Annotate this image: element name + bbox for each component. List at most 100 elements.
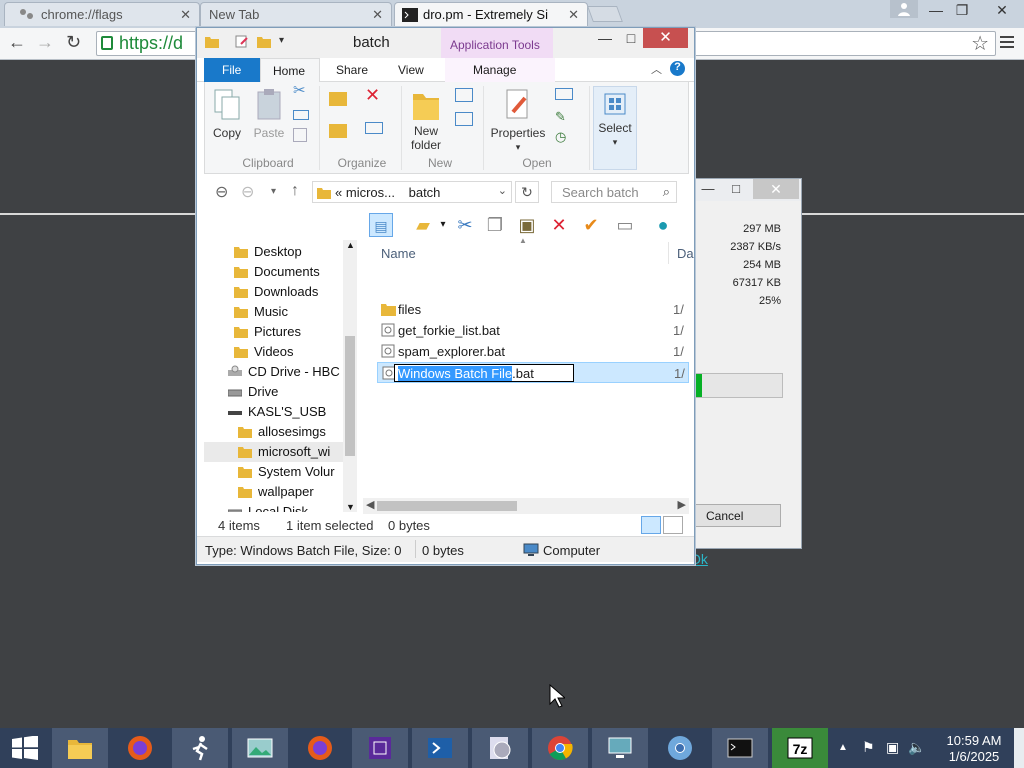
taskbar-chip-app[interactable]	[352, 728, 408, 768]
copy-button[interactable]: Copy	[209, 88, 245, 140]
up-arrow-icon[interactable]: ↑	[291, 182, 299, 200]
globe-icon[interactable]: ●	[651, 213, 675, 237]
taskbar-disc-app[interactable]	[472, 728, 528, 768]
taskbar-powershell[interactable]	[412, 728, 468, 768]
taskbar-firefox-2[interactable]	[292, 728, 348, 768]
nav-item[interactable]: Desktop	[204, 242, 346, 262]
edit-icon[interactable]: ✎	[555, 110, 566, 124]
breadcrumb[interactable]: « micros... batch ⌄	[312, 181, 512, 203]
file-row-renaming[interactable]: Windows Batch File.bat 1/	[377, 362, 689, 383]
restore-button[interactable]: ❐	[948, 0, 976, 20]
close-button[interactable]: ✕	[643, 28, 688, 48]
paste-icon[interactable]: ▣	[515, 213, 539, 237]
rename-input[interactable]: Windows Batch File.bat	[394, 364, 574, 382]
copy-to-icon[interactable]	[329, 124, 347, 138]
back-arrow-icon[interactable]: ←	[8, 32, 26, 53]
tab-new-tab[interactable]: New Tab ✕	[200, 2, 392, 26]
scroll-left-icon[interactable]: ◀	[366, 498, 374, 511]
taskbar-file-explorer[interactable]	[52, 728, 108, 768]
nav-item[interactable]: Pictures	[204, 322, 346, 342]
dialog-minimize-button[interactable]: —	[695, 181, 721, 199]
tab-close-icon[interactable]: ✕	[180, 7, 191, 23]
taskbar-command-prompt[interactable]	[712, 728, 768, 768]
easy-access-icon[interactable]	[455, 112, 473, 126]
file-row[interactable]: spam_explorer.bat 1/	[377, 341, 689, 362]
column-header-date[interactable]: Da	[677, 246, 694, 261]
column-header-name[interactable]: Name	[381, 246, 416, 261]
nav-item[interactable]: allosesimgs	[204, 422, 346, 442]
new-folder-icon[interactable]	[257, 35, 271, 48]
new-folder-button[interactable]: New folder	[405, 88, 447, 152]
checkmark-icon[interactable]: ✔	[579, 213, 603, 237]
collapse-ribbon-icon[interactable]: ︿	[651, 61, 662, 77]
select-button[interactable]: Select ▾	[593, 86, 637, 170]
tab-close-icon[interactable]: ✕	[372, 7, 383, 23]
taskbar-photo-viewer[interactable]	[232, 728, 288, 768]
nav-item[interactable]: KASL'S_USB	[204, 402, 346, 422]
recent-locations-icon[interactable]: ▾	[271, 186, 276, 197]
tab-dro-pm[interactable]: dro.pm - Extremely Si ✕	[394, 2, 588, 26]
tab-manage[interactable]: Manage	[445, 58, 555, 82]
action-center-flag-icon[interactable]: ⚑	[862, 739, 875, 756]
details-view-icon[interactable]	[641, 516, 661, 534]
new-tab-button[interactable]	[587, 6, 623, 22]
breadcrumb-current[interactable]: batch	[409, 185, 441, 200]
tab-chrome-flags[interactable]: chrome://flags ✕	[4, 2, 200, 26]
show-desktop-button[interactable]	[1014, 728, 1024, 768]
tab-view[interactable]: View	[398, 63, 424, 77]
properties-icon[interactable]	[235, 35, 249, 48]
search-input[interactable]: Search batch ⌕	[551, 181, 677, 203]
chevron-down-icon[interactable]: ⌄	[498, 184, 507, 197]
nav-item[interactable]: Drive	[204, 382, 346, 402]
horizontal-scrollbar[interactable]: ◀ ▶	[363, 498, 689, 514]
copy-path-icon[interactable]	[293, 110, 309, 120]
chevron-down-icon[interactable]: ▾	[431, 213, 455, 237]
large-icons-view-icon[interactable]	[663, 516, 683, 534]
move-to-icon[interactable]	[329, 92, 347, 106]
paste-shortcut-icon[interactable]	[293, 128, 307, 142]
nav-item[interactable]: microsoft_wi	[204, 442, 346, 462]
breadcrumb-parent[interactable]: micros...	[346, 185, 395, 200]
taskbar-runner-app[interactable]	[172, 728, 228, 768]
taskbar-network-app[interactable]	[592, 728, 648, 768]
navigation-scrollbar[interactable]: ▲ ▼	[343, 240, 357, 512]
scroll-right-icon[interactable]: ▶	[678, 498, 686, 511]
forward-arrow-icon[interactable]: →	[36, 32, 54, 53]
cut-icon[interactable]: ✂	[293, 83, 306, 98]
properties-button[interactable]: Properties ▾	[487, 88, 549, 154]
nav-item[interactable]: Music	[204, 302, 346, 322]
chrome-menu-icon[interactable]	[1000, 36, 1014, 51]
paste-button[interactable]: Paste	[251, 88, 287, 140]
file-row[interactable]: files 1/	[377, 299, 689, 320]
rename-icon[interactable]	[365, 122, 383, 134]
taskbar-firefox[interactable]	[112, 728, 168, 768]
bookmark-star-icon[interactable]: ☆	[971, 31, 989, 56]
cancel-button[interactable]: Cancel	[695, 504, 781, 527]
nav-item[interactable]: System Volur	[204, 462, 346, 482]
profile-icon[interactable]	[890, 0, 918, 18]
tab-home[interactable]: Home	[260, 58, 320, 83]
taskbar-7zip[interactable]: 7z	[772, 728, 828, 768]
open-icon[interactable]	[555, 88, 573, 100]
tab-file[interactable]: File	[204, 58, 260, 82]
help-icon[interactable]: ?	[670, 61, 685, 76]
history-icon[interactable]: ◷	[555, 130, 566, 144]
start-button[interactable]	[0, 728, 48, 768]
reload-icon[interactable]: ↻	[66, 32, 81, 53]
scroll-down-icon[interactable]: ▼	[346, 502, 355, 512]
forward-arrow-icon[interactable]: ⊖	[241, 182, 254, 202]
nav-item[interactable]: Downloads	[204, 282, 346, 302]
tab-close-icon[interactable]: ✕	[568, 7, 579, 23]
taskbar-chromium[interactable]	[652, 728, 708, 768]
minimize-button[interactable]: —	[591, 30, 619, 50]
nav-item[interactable]: Videos	[204, 342, 346, 362]
file-row[interactable]: get_forkie_list.bat 1/	[377, 320, 689, 341]
scroll-up-icon[interactable]: ▲	[346, 240, 355, 250]
cut-icon[interactable]: ✂	[453, 213, 477, 237]
rename-icon[interactable]: ▭	[613, 213, 637, 237]
nav-item[interactable]: Documents	[204, 262, 346, 282]
copy-icon[interactable]: ❐	[483, 213, 507, 237]
tab-share[interactable]: Share	[336, 63, 368, 77]
dialog-maximize-button[interactable]: □	[723, 181, 749, 199]
nav-item[interactable]: Local Disk	[204, 502, 346, 512]
